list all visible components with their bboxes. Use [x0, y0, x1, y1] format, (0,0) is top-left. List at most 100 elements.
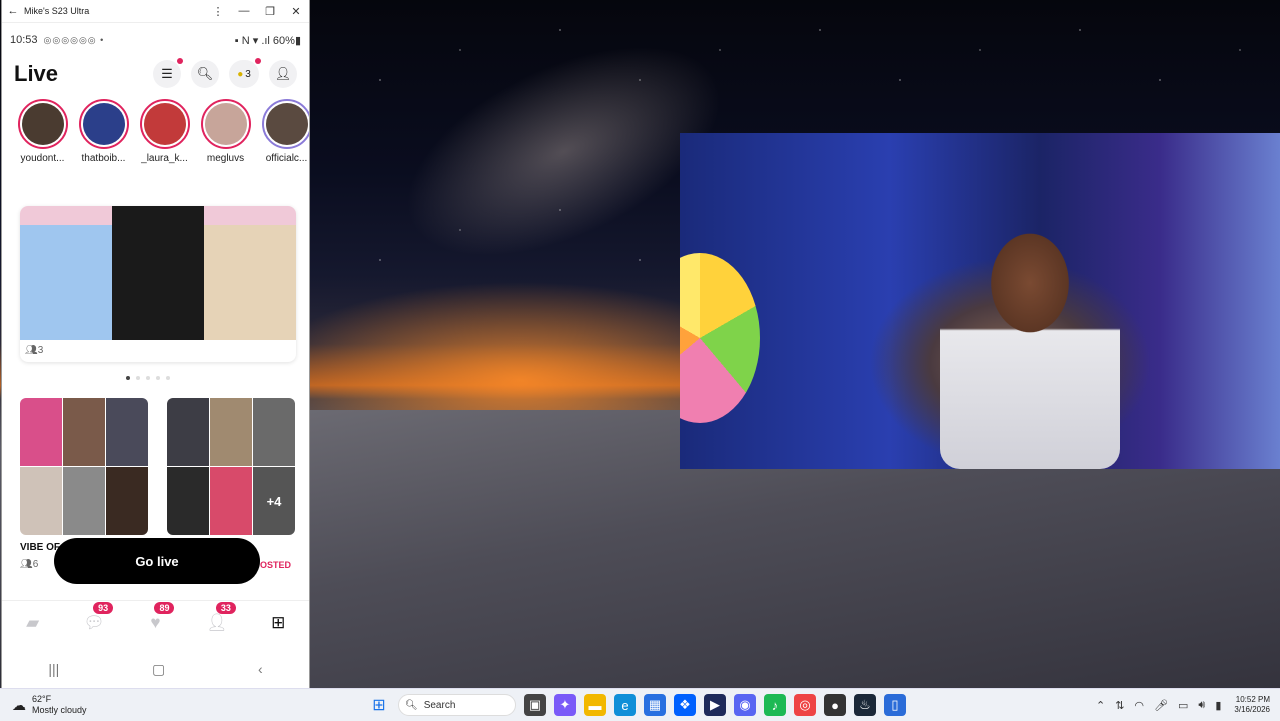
volume-icon[interactable]: 🔊︎ [1198, 699, 1205, 712]
people-icon: 👥︎ [20, 559, 33, 570]
steam-icon[interactable]: ♨ [854, 694, 876, 716]
coin-count: 3 [245, 68, 251, 80]
weather-widget[interactable]: ☁ 62°F Mostly cloudy [12, 694, 132, 716]
network-icon[interactable]: ⇅ [1115, 699, 1124, 712]
clock-date: 3/16/2026 [1234, 705, 1270, 714]
room-tiles: +4 [167, 398, 295, 535]
task-view-icon[interactable]: ▣ [524, 694, 546, 716]
notification-dot [255, 58, 261, 64]
story-item[interactable]: youdont... [12, 99, 73, 181]
spotify-icon[interactable]: ♪ [764, 694, 786, 716]
search-placeholder: Search [423, 699, 456, 711]
story-ring [78, 99, 129, 149]
chrome-icon[interactable]: ◎ [794, 694, 816, 716]
obs-icon[interactable]: ● [824, 694, 846, 716]
copilot-icon[interactable]: ✦ [554, 694, 576, 716]
story-item[interactable]: officialc... [256, 99, 309, 181]
system-indicators: ▪ N ▾ .ıl 60%▮ [234, 34, 301, 47]
recents-icon[interactable]: ||| [48, 661, 59, 677]
taskbar-apps: ⊞ 🔍︎ Search ▣ ✦ ▬ e ▦ ❖ ▶ ◉ ♪ ◎ ● ♨ ▯ [364, 689, 910, 721]
stories-row[interactable]: youdont... thatboib... _laura_k... meglu… [2, 91, 309, 181]
more-options-icon[interactable]: ⋮ [205, 5, 231, 18]
heart-icon: ♥ [150, 613, 161, 632]
back-icon[interactable]: ‹ [258, 661, 263, 677]
stream-tile [210, 398, 252, 466]
story-item[interactable]: thatboib... [73, 99, 134, 181]
unread-badge: 93 [93, 602, 114, 614]
nav-likes[interactable]: ♥ 89 [140, 602, 175, 638]
story-name: _laura_k... [141, 153, 188, 164]
status-time: 10:53 [10, 34, 38, 46]
minimize-icon[interactable]: — [231, 5, 257, 17]
cloud-icon: ☁ [12, 696, 26, 713]
stream-tile [204, 206, 296, 340]
profile-button[interactable]: 👤︎ [269, 60, 297, 88]
android-navigation: ||| ▢ ‹ [2, 652, 309, 686]
nav-home[interactable]: ▰ [18, 608, 48, 638]
stream-tile [20, 398, 62, 466]
search-button[interactable]: 🔍︎ [191, 60, 219, 88]
stream-tile [253, 398, 295, 466]
stream-tile [20, 206, 112, 340]
story-ring [200, 99, 251, 149]
terminal-icon[interactable]: ▶ [704, 694, 726, 716]
people-icon: 👥︎ [25, 345, 38, 356]
edge-icon[interactable]: e [614, 694, 636, 716]
story-item[interactable]: megluvs [195, 99, 256, 181]
nav-friends[interactable]: 👤︎ 33 [202, 602, 236, 638]
sliders-icon: ☰ [161, 66, 173, 81]
story-item[interactable]: _laura_k... [134, 99, 195, 181]
bottom-navigation: ▰ 💬︎ 93 ♥ 89 👤︎ 33 ⊞ [2, 600, 309, 645]
viewer-count: 👥︎3 [25, 345, 44, 356]
stream-tile [210, 467, 252, 535]
room-tiles [20, 398, 148, 535]
nav-live[interactable]: ⊞ [263, 608, 293, 638]
window-titlebar[interactable]: ← Mike's S23 Ultra ⋮ — ❐ ✕ [2, 0, 309, 23]
stream-tile [106, 398, 148, 466]
weather-temp: 62°F [32, 694, 52, 704]
nav-messages[interactable]: 💬︎ 93 [79, 602, 114, 638]
microphone-icon[interactable]: 🎤︎ [1154, 699, 1168, 712]
avatar [265, 103, 308, 145]
unread-badge: 89 [154, 602, 175, 614]
page-title: Live [14, 61, 59, 86]
dropbox-icon[interactable]: ❖ [674, 694, 696, 716]
window-title: Mike's S23 Ultra [24, 6, 90, 16]
wifi-icon[interactable]: ◠ [1134, 699, 1144, 712]
stream-tile [112, 206, 204, 340]
live-room-card[interactable]: 👥︎3 [20, 206, 296, 362]
close-icon[interactable]: ✕ [283, 5, 309, 18]
notification-icons: ◎◎◎◎◎◎ • [43, 34, 105, 45]
chevron-up-icon[interactable]: ⌃ [1096, 699, 1105, 712]
taskbar-search[interactable]: 🔍︎ Search [398, 694, 516, 716]
folder-icon[interactable]: ▬ [584, 694, 606, 716]
story-ring [139, 99, 190, 149]
avatar [204, 103, 247, 145]
go-live-button[interactable]: Go live [54, 538, 260, 584]
windows-taskbar: ☁ 62°F Mostly cloudy ⊞ 🔍︎ Search ▣ ✦ ▬ e… [0, 688, 1280, 721]
phone-mirror-window[interactable]: ← Mike's S23 Ultra ⋮ — ❐ ✕ 10:53 ◎◎◎◎◎◎ … [2, 0, 309, 688]
store-icon[interactable]: ▦ [644, 694, 666, 716]
restore-icon[interactable]: ❐ [257, 5, 283, 18]
filter-button[interactable]: ☰ [153, 58, 183, 88]
coins-button[interactable]: ● 3 [229, 58, 261, 88]
home-icon[interactable]: ▢ [152, 661, 165, 678]
monitor-icon[interactable]: ▭ [1178, 699, 1188, 712]
room-tiles [20, 206, 296, 340]
streamer [940, 213, 1120, 469]
stream-tile [106, 467, 148, 535]
search-icon: 🔍︎ [405, 699, 418, 711]
prize-wheel [680, 253, 760, 423]
search-icon: 🔍︎ [196, 66, 214, 81]
back-arrow-icon[interactable]: ← [2, 5, 24, 17]
clock-time: 10:52 PM [1235, 695, 1270, 704]
notification-dot [177, 58, 183, 64]
battery-icon[interactable]: ▮ [1215, 699, 1221, 712]
stream-tile [63, 467, 105, 535]
windows-start-icon[interactable]: ⊞ [368, 694, 390, 716]
phone-link-icon[interactable]: ▯ [884, 694, 906, 716]
chat-icon: 💬︎ [83, 613, 105, 632]
taskbar-clock[interactable]: 10:52 PM 3/16/2026 [1234, 695, 1270, 715]
discord-icon[interactable]: ◉ [734, 694, 756, 716]
unread-badge: 33 [215, 602, 236, 614]
